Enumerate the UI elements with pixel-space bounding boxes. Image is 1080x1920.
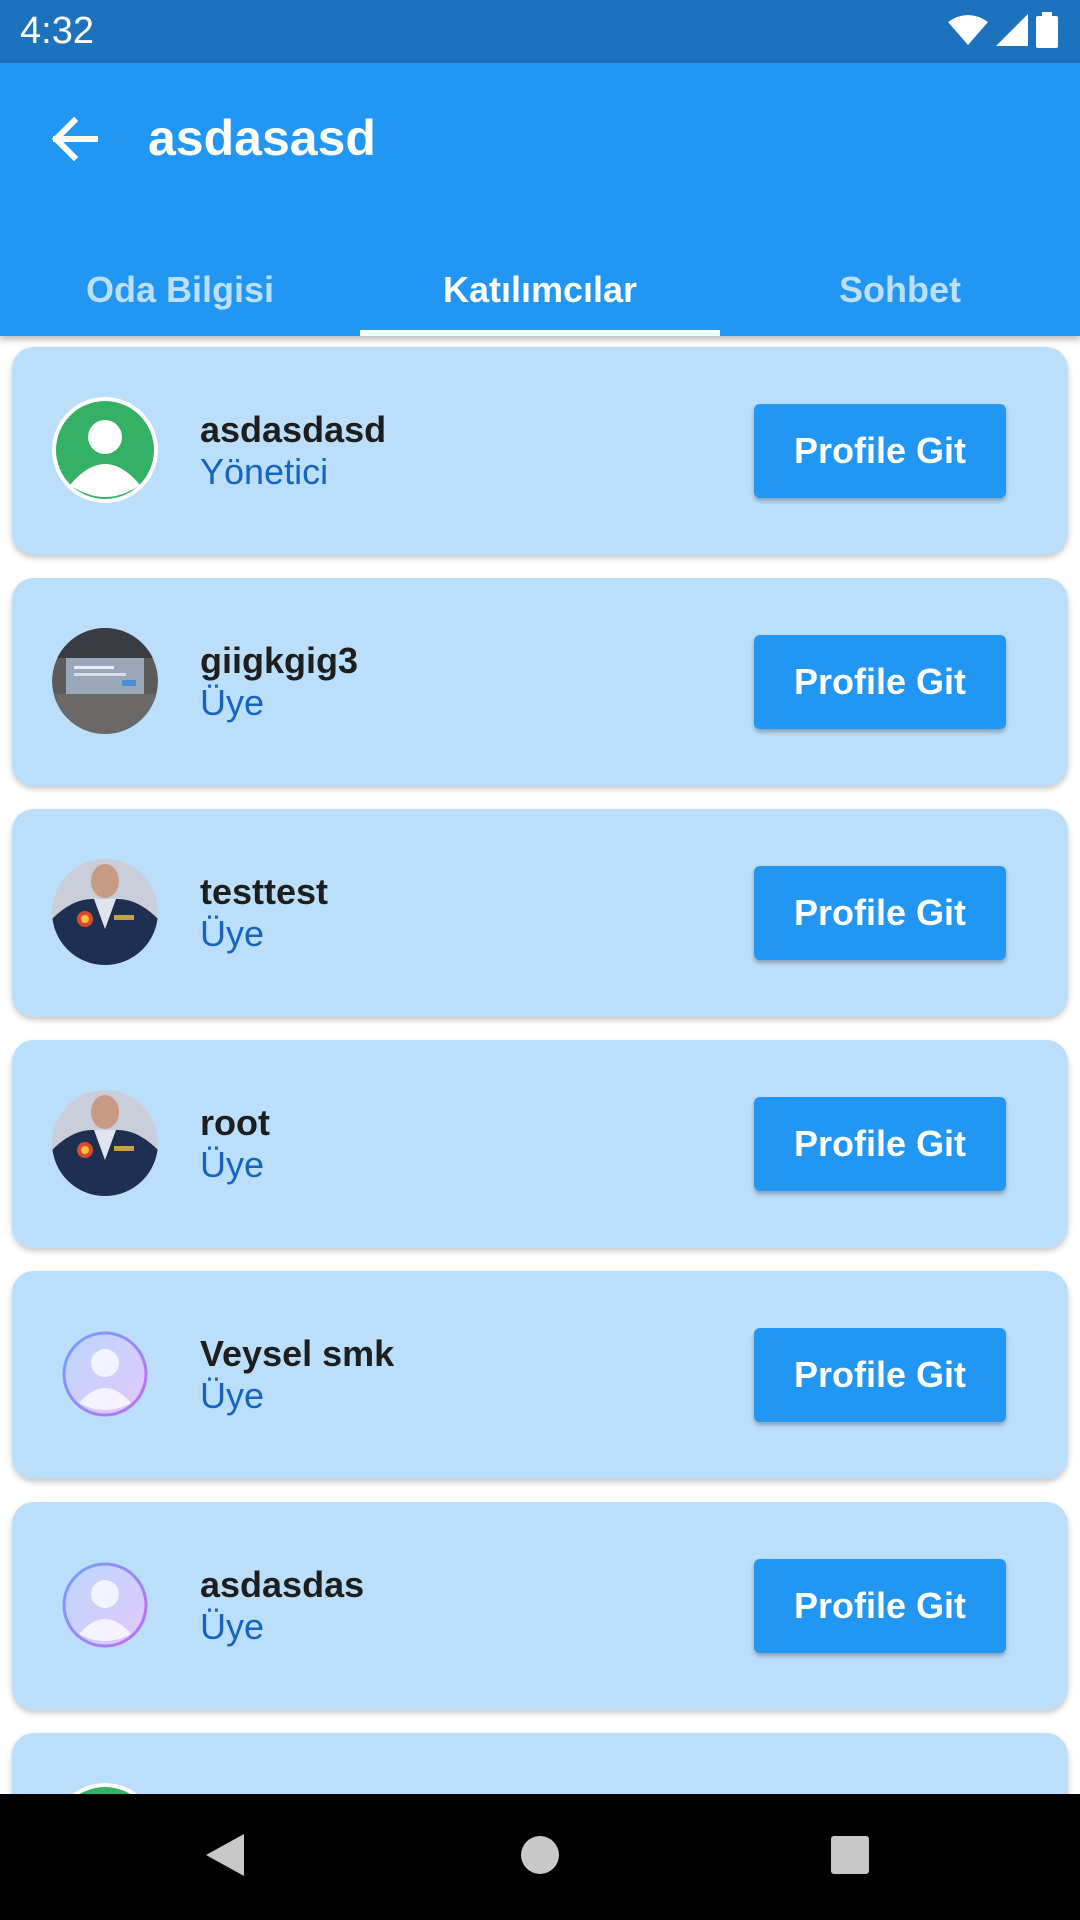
app-bar: asdasasd Oda Bilgisi Katılımcılar Sohbet <box>0 63 1080 336</box>
profile-button[interactable]: Profile Git <box>754 1328 1006 1422</box>
participant-card: giigkgig3 Üye Profile Git <box>12 578 1068 786</box>
nav-home-button[interactable] <box>510 1827 570 1887</box>
page-title: asdasasd <box>148 110 376 166</box>
wifi-icon <box>948 14 988 51</box>
profile-button[interactable]: Profile Git <box>754 866 1006 960</box>
profile-button[interactable]: Profile Git <box>754 404 1006 498</box>
participant-card <box>12 1733 1068 1794</box>
avatar <box>52 397 158 503</box>
avatar <box>52 1321 158 1427</box>
participant-role: Üye <box>200 913 265 954</box>
status-time: 4:32 <box>20 10 94 52</box>
participant-card: root Üye Profile Git <box>12 1040 1068 1248</box>
avatar <box>52 859 158 965</box>
avatar <box>52 1552 158 1658</box>
home-circle-icon <box>520 1835 560 1880</box>
participant-name: asdasdas <box>200 1564 365 1605</box>
tab-katilimcilar[interactable]: Katılımcılar <box>360 243 720 336</box>
participant-role: Yönetici <box>200 451 329 492</box>
participant-card: asdasdas Üye Profile Git <box>12 1502 1068 1710</box>
profile-button[interactable]: Profile Git <box>754 1097 1006 1191</box>
profile-button[interactable]: Profile Git <box>754 1559 1006 1653</box>
arrow-left-icon <box>50 116 99 166</box>
participant-role: Üye <box>200 1375 265 1416</box>
tab-sohbet[interactable]: Sohbet <box>720 243 1080 336</box>
participant-name: root <box>200 1102 270 1143</box>
battery-icon <box>1036 11 1058 53</box>
cell-signal-icon <box>996 13 1028 51</box>
avatar <box>52 1090 158 1196</box>
participant-role: Üye <box>200 682 265 723</box>
system-nav-bar <box>0 1794 1080 1920</box>
status-bar: 4:32 <box>0 0 1080 63</box>
status-icons <box>948 11 1058 53</box>
participant-list[interactable]: asdasdasd Yönetici Profile Git giigkgig3… <box>0 336 1080 1794</box>
avatar <box>52 1783 158 1794</box>
tab-bar: Oda Bilgisi Katılımcılar Sohbet <box>0 243 1080 336</box>
participant-card: testtest Üye Profile Git <box>12 809 1068 1017</box>
participant-name: asdasdasd <box>200 409 387 450</box>
participant-card: Veysel smk Üye Profile Git <box>12 1271 1068 1479</box>
participant-name: Veysel smk <box>200 1333 395 1374</box>
nav-recents-button[interactable] <box>820 1827 880 1887</box>
tab-oda-bilgisi[interactable]: Oda Bilgisi <box>0 243 360 336</box>
profile-button[interactable]: Profile Git <box>754 635 1006 729</box>
nav-back-button[interactable] <box>195 1827 255 1887</box>
participant-name: giigkgig3 <box>200 640 359 681</box>
back-button[interactable] <box>44 111 104 171</box>
participant-name: testtest <box>200 871 329 912</box>
avatar <box>52 628 158 734</box>
back-triangle-icon <box>204 1832 246 1883</box>
participant-role: Üye <box>200 1144 265 1185</box>
participant-role: Üye <box>200 1606 265 1647</box>
recents-square-icon <box>830 1835 870 1880</box>
participant-card: asdasdasd Yönetici Profile Git <box>12 347 1068 555</box>
